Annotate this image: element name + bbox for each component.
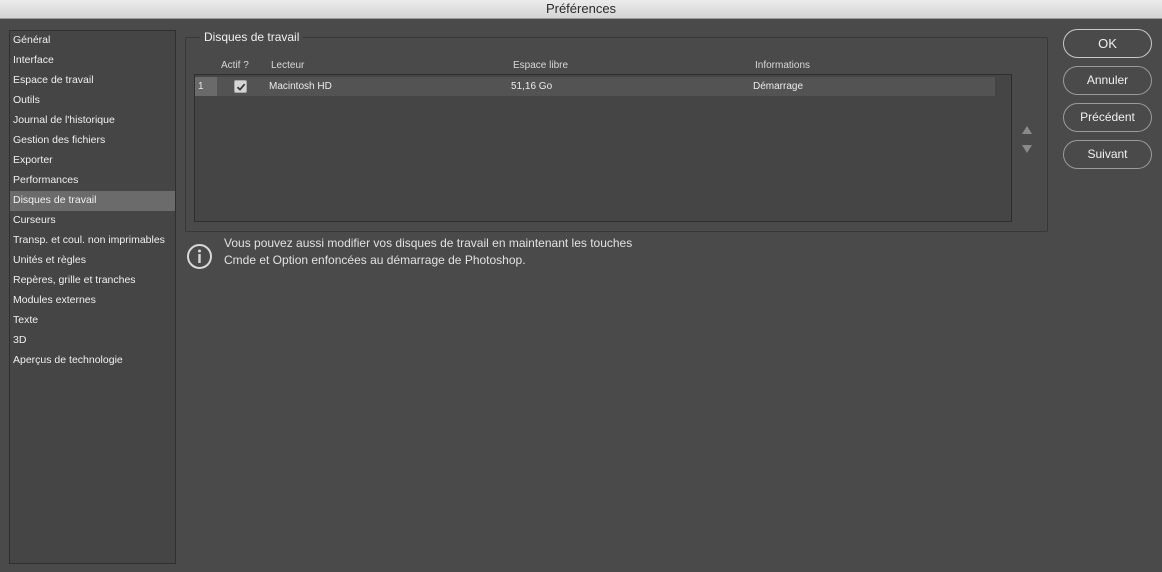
sidebar-item-3d[interactable]: 3D	[10, 331, 175, 351]
sidebar-item-export[interactable]: Exporter	[10, 151, 175, 171]
sidebar-item-history-log[interactable]: Journal de l'historique	[10, 111, 175, 131]
sidebar-item-cursors[interactable]: Curseurs	[10, 211, 175, 231]
sidebar-item-tools[interactable]: Outils	[10, 91, 175, 111]
sidebar-item-guides-grid-slices[interactable]: Repères, grille et tranches	[10, 271, 175, 291]
info-message: Vous pouvez aussi modifier vos disques d…	[224, 235, 632, 269]
sidebar-item-performance[interactable]: Performances	[10, 171, 175, 191]
column-header-free-space[interactable]: Espace libre	[513, 60, 568, 72]
drive-name: Macintosh HD	[269, 81, 332, 92]
sidebar-item-file-handling[interactable]: Gestion des fichiers	[10, 131, 175, 151]
sidebar-item-transparency-gamut[interactable]: Transp. et coul. non imprimables	[10, 231, 175, 251]
column-header-info[interactable]: Informations	[755, 60, 810, 72]
drive-info: Démarrage	[753, 81, 804, 92]
sidebar-item-type[interactable]: Texte	[10, 311, 175, 331]
scratch-disk-table	[194, 74, 1012, 222]
move-up-arrow-icon[interactable]	[1022, 126, 1032, 134]
checkmark-icon	[236, 83, 246, 91]
group-title: Disques de travail	[200, 29, 304, 45]
sidebar-item-interface[interactable]: Interface	[10, 51, 175, 71]
previous-button[interactable]: Précédent	[1063, 103, 1152, 132]
column-header-drive[interactable]: Lecteur	[271, 60, 304, 72]
active-checkbox[interactable]	[234, 80, 247, 93]
info-line-2: Cmde et Option enfoncées au démarrage de…	[224, 253, 526, 267]
sidebar-item-workspace[interactable]: Espace de travail	[10, 71, 175, 91]
info-icon	[187, 244, 212, 269]
window-title: Préférences	[0, 0, 1162, 19]
column-header-active[interactable]: Actif ?	[221, 60, 249, 72]
sidebar-item-scratch-disks[interactable]: Disques de travail	[10, 191, 175, 211]
sidebar-item-technology-previews[interactable]: Aperçus de technologie	[10, 351, 175, 371]
free-space-value: 51,16 Go	[511, 81, 553, 92]
cancel-button[interactable]: Annuler	[1063, 66, 1152, 95]
row-index: 1	[195, 77, 217, 96]
sidebar-item-plugins[interactable]: Modules externes	[10, 291, 175, 311]
sidebar-item-general[interactable]: Général	[10, 31, 175, 51]
ok-button[interactable]: OK	[1063, 29, 1152, 58]
sidebar-item-units-rulers[interactable]: Unités et règles	[10, 251, 175, 271]
next-button[interactable]: Suivant	[1063, 140, 1152, 169]
move-down-arrow-icon[interactable]	[1022, 145, 1032, 153]
info-line-1: Vous pouvez aussi modifier vos disques d…	[224, 236, 633, 250]
preferences-sidebar: Général Interface Espace de travail Outi…	[9, 30, 176, 564]
